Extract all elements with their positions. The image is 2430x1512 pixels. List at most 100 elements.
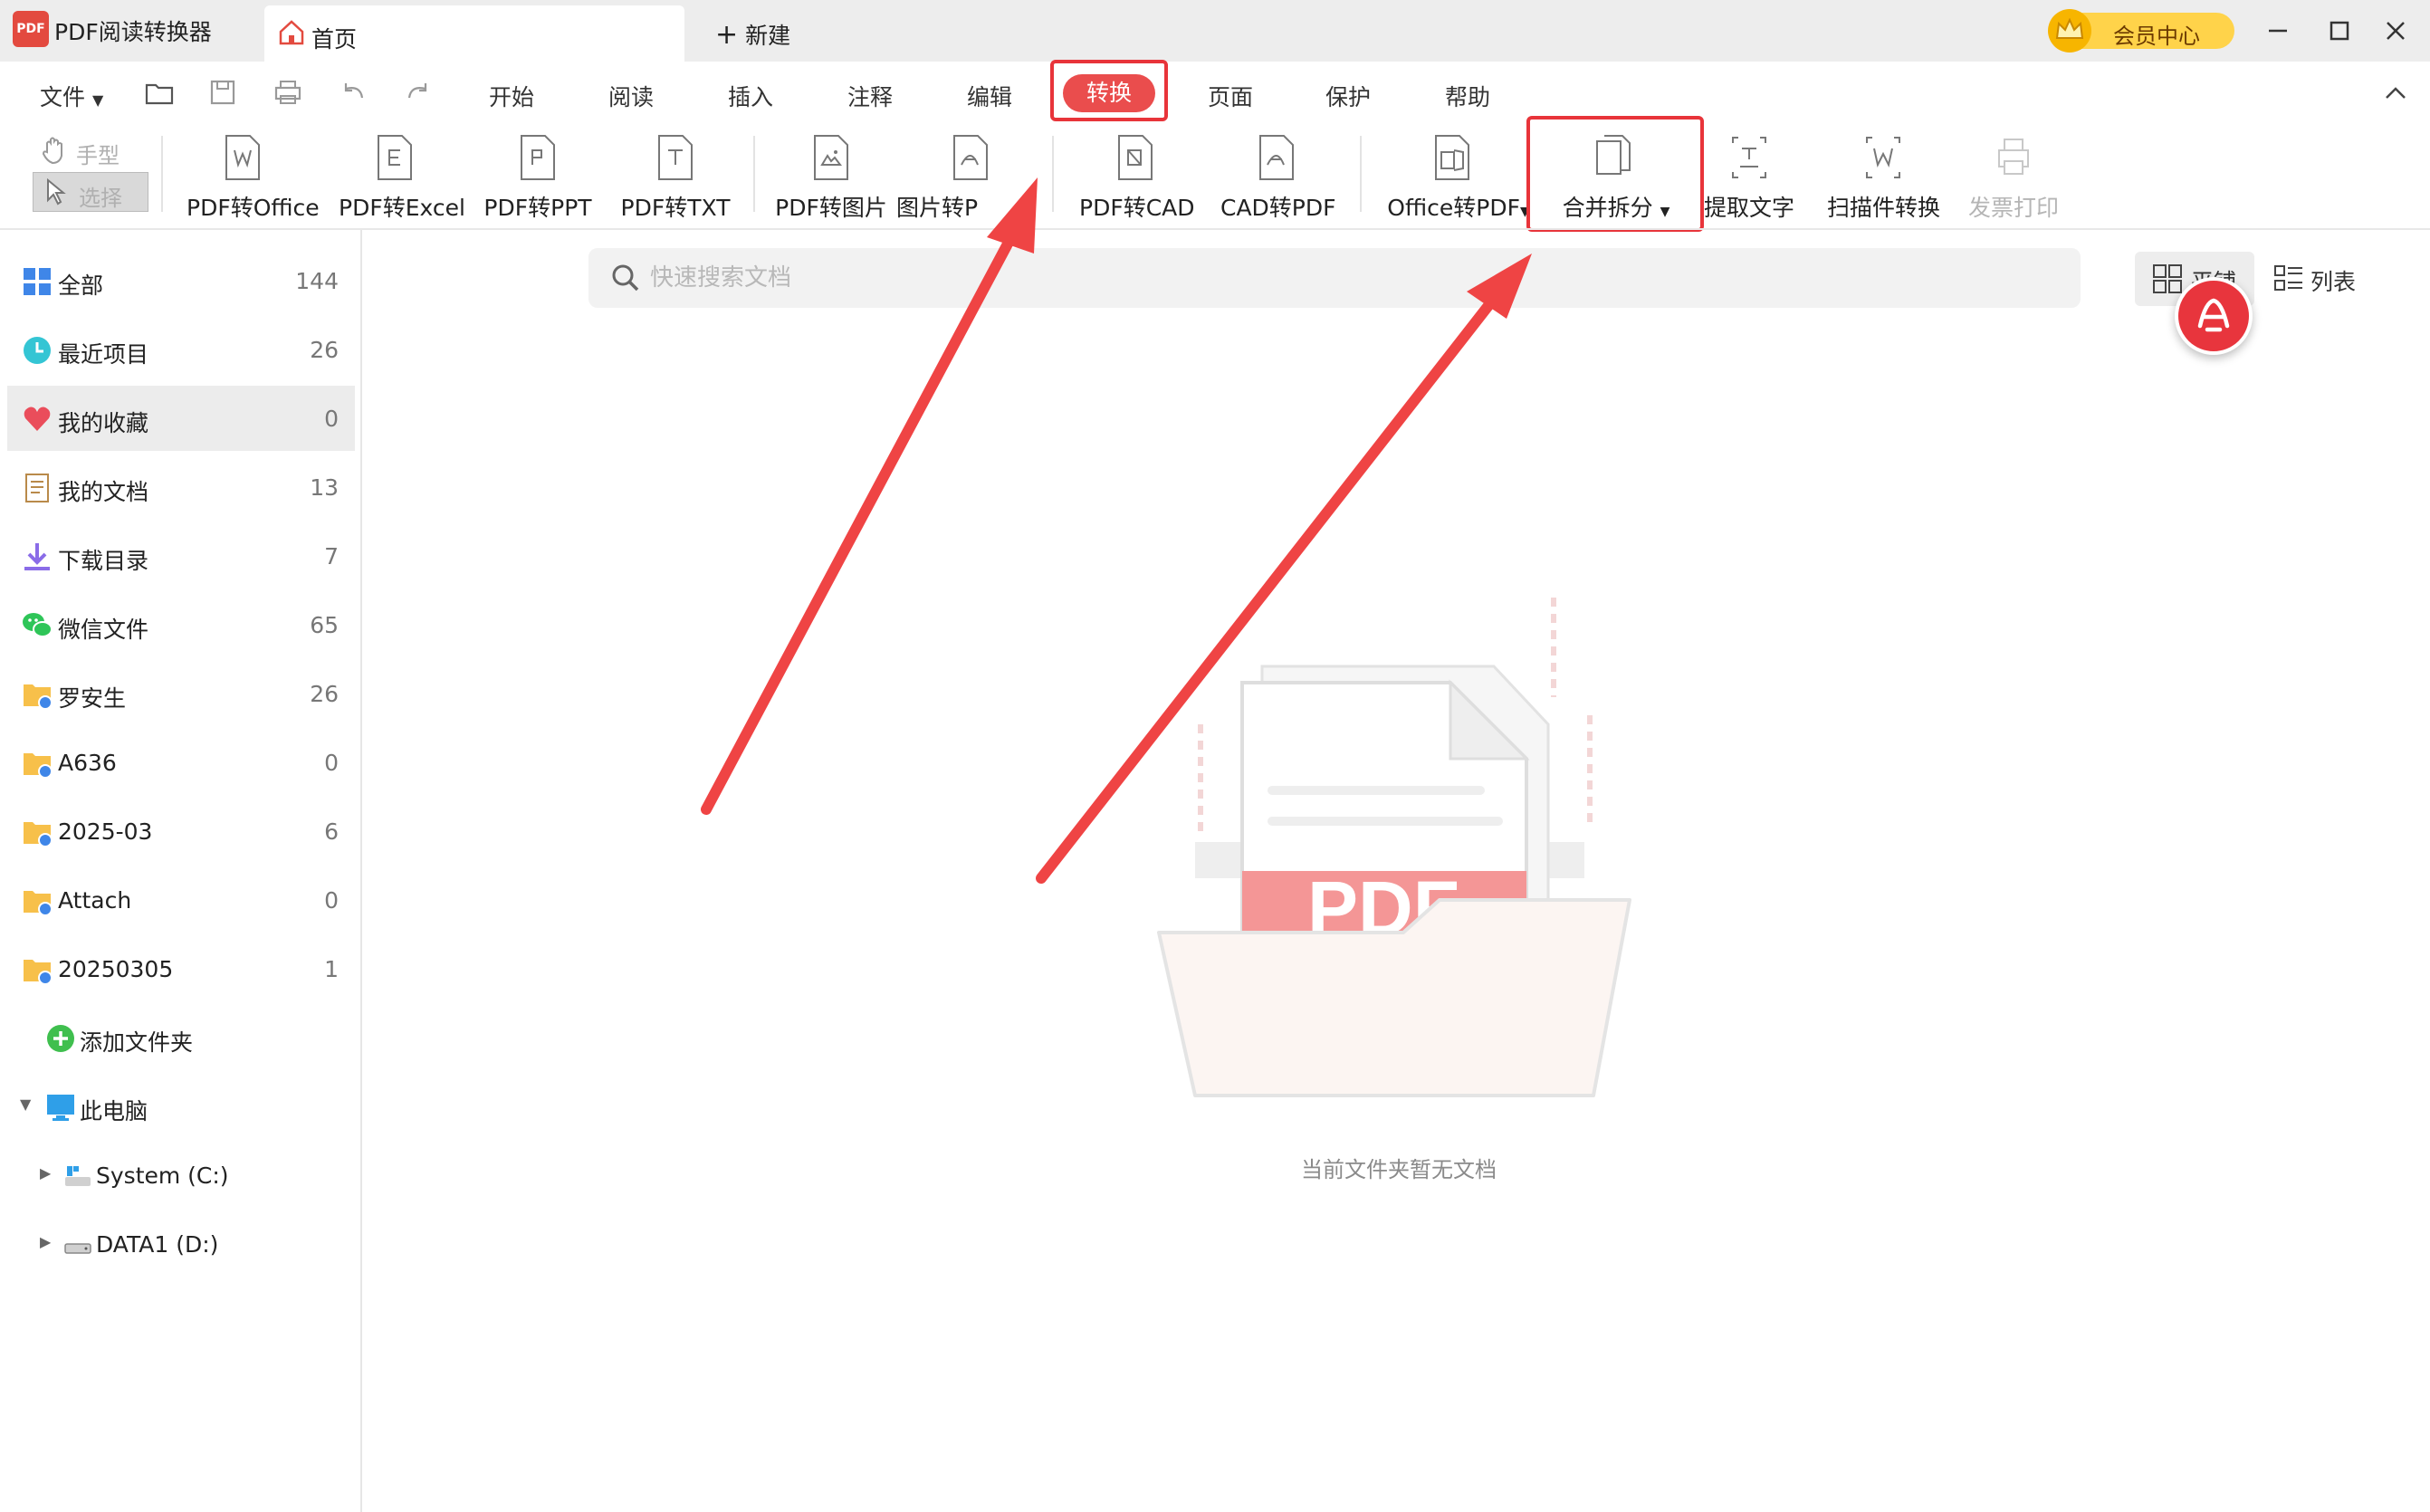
menu-page[interactable]: 页面 — [1208, 80, 1253, 112]
system-drive-icon — [65, 1166, 91, 1186]
menu-insert[interactable]: 插入 — [728, 80, 773, 112]
drive-item-d[interactable]: ▶ DATA1 (D:) — [7, 1211, 355, 1277]
expand-caret-icon[interactable]: ▼ — [20, 1096, 31, 1113]
plus-icon: + — [715, 19, 739, 51]
invoice-print-icon — [1998, 139, 2029, 175]
folder-clock-icon — [24, 891, 53, 916]
pdf-logo-icon — [2197, 298, 2230, 332]
hand-icon — [42, 137, 62, 165]
sidebar-item-count: 6 — [324, 818, 339, 845]
sidebar-item-all[interactable]: 全部 144 — [7, 248, 355, 313]
merge-split-button[interactable]: 合并拆分 ▼ — [1563, 127, 1669, 226]
redo-icon[interactable] — [402, 76, 435, 109]
sidebar-item-folder-4[interactable]: Attach 0 — [7, 867, 355, 933]
extract-text-label: 提取文字 — [1703, 195, 1794, 221]
search-input[interactable] — [650, 257, 2008, 299]
menu-read[interactable]: 阅读 — [608, 80, 654, 112]
tile-view-icon — [2153, 264, 2182, 293]
sidebar-item-count: 1 — [324, 956, 339, 982]
pdf-to-ppt-label: PDF转PPT — [483, 195, 592, 221]
add-folder-button[interactable]: 添加文件夹 — [7, 1005, 355, 1070]
floating-assistant-button[interactable] — [2175, 277, 2253, 355]
sidebar-item-recent[interactable]: 最近项目 26 — [7, 317, 355, 382]
pdf-to-image-button[interactable]: PDF转图片 — [775, 127, 887, 226]
cad-to-pdf-label: CAD转PDF — [1220, 195, 1336, 221]
menu-protect[interactable]: 保护 — [1325, 80, 1371, 112]
folder-clock-icon — [24, 753, 53, 779]
view-list-button[interactable]: 列表 — [2272, 252, 2381, 306]
sidebar-item-label: 我的文档 — [58, 479, 149, 505]
open-folder-icon[interactable] — [143, 76, 176, 109]
sidebar-item-label: 我的收藏 — [58, 410, 149, 436]
vip-center-button[interactable]: 会员中心 — [2048, 9, 2234, 53]
close-icon[interactable] — [2376, 11, 2416, 51]
pdf-to-ppt-button[interactable]: PDF转PPT — [483, 127, 592, 226]
image-doc-icon — [814, 135, 848, 180]
maximize-icon[interactable] — [2320, 11, 2359, 51]
extract-text-button[interactable]: 提取文字 — [1704, 127, 1794, 226]
expand-caret-icon[interactable]: ▶ — [40, 1233, 51, 1250]
pdf-to-cad-button[interactable]: PDF转CAD — [1079, 127, 1195, 226]
sidebar-item-label: 最近项目 — [58, 341, 149, 368]
sidebar-item-label: 罗安生 — [58, 685, 127, 712]
scan-convert-button[interactable]: 扫描件转换 — [1827, 127, 1940, 226]
sidebar-item-wechat[interactable]: 微信文件 65 — [7, 592, 355, 657]
sidebar-item-count: 26 — [310, 337, 339, 363]
expand-caret-icon[interactable]: ▶ — [40, 1164, 51, 1182]
menu-annotate[interactable]: 注释 — [847, 80, 893, 112]
cad-to-pdf-button[interactable]: CAD转PDF — [1220, 127, 1336, 226]
select-tool-button[interactable]: 选择 — [33, 172, 148, 212]
menu-edit[interactable]: 编辑 — [967, 80, 1012, 112]
sidebar-item-folder-2[interactable]: A636 0 — [7, 730, 355, 795]
app-logo: PDF — [13, 11, 49, 47]
menu-start[interactable]: 开始 — [489, 80, 534, 112]
pdf-to-office-button[interactable]: PDF转Office — [187, 127, 320, 226]
this-pc-item[interactable]: ▼ 此电脑 — [7, 1074, 355, 1139]
search-bar[interactable] — [588, 248, 2081, 308]
sidebar-item-count: 13 — [310, 474, 339, 501]
office-to-pdf-button[interactable]: Office转PDF▼ — [1387, 127, 1530, 226]
pdf-to-txt-button[interactable]: PDF转TXT — [621, 127, 730, 226]
select-tool-label: 选择 — [79, 186, 122, 211]
sidebar-item-folder-1[interactable]: 罗安生 26 — [7, 661, 355, 726]
cad-doc-icon — [1118, 135, 1153, 180]
menu-help[interactable]: 帮助 — [1445, 80, 1490, 112]
image-to-pdf-button[interactable]: 图片转P — [896, 127, 990, 226]
view-list-label: 列表 — [2310, 269, 2357, 295]
pdf-doc-icon — [1259, 135, 1294, 180]
plus-circle-icon — [47, 1025, 74, 1052]
ribbon-divider — [1052, 136, 1054, 212]
invoice-print-button[interactable]: 发票打印 — [1968, 127, 2059, 226]
file-menu[interactable]: 文件 ▼ — [40, 80, 103, 112]
tab-new-button[interactable]: + 新建 — [715, 18, 790, 51]
drive-item-c[interactable]: ▶ System (C:) — [7, 1143, 355, 1208]
sidebar-item-count: 0 — [324, 406, 339, 432]
clock-icon — [24, 337, 51, 364]
file-menu-label: 文件 — [40, 84, 86, 110]
tab-home[interactable]: 首页 — [264, 5, 684, 62]
drive-icon — [64, 1243, 91, 1254]
home-icon — [279, 20, 304, 45]
add-folder-label: 添加文件夹 — [80, 1029, 194, 1056]
sidebar-item-label: 微信文件 — [58, 617, 149, 643]
minimize-icon[interactable] — [2258, 11, 2298, 51]
print-icon[interactable] — [272, 76, 304, 109]
sidebar-item-folder-5[interactable]: 20250305 1 — [7, 936, 355, 1001]
computer-icon — [47, 1095, 74, 1121]
ribbon-bottom-border — [0, 228, 2430, 230]
undo-icon[interactable] — [337, 76, 369, 109]
collapse-ribbon-icon[interactable] — [2381, 81, 2410, 103]
hand-tool-button[interactable]: 手型 — [38, 134, 156, 170]
merge-split-icon — [1596, 135, 1631, 175]
tab-home-label: 首页 — [311, 26, 358, 53]
sidebar-item-my-docs[interactable]: 我的文档 13 — [7, 455, 355, 520]
sidebar-item-count: 7 — [324, 543, 339, 569]
sidebar-item-downloads[interactable]: 下载目录 7 — [7, 523, 355, 589]
menu-convert[interactable]: 转换 — [1063, 74, 1155, 112]
pdf-doc-icon — [953, 135, 988, 180]
save-icon[interactable] — [206, 76, 239, 109]
invoice-print-label: 发票打印 — [1967, 195, 2059, 221]
sidebar-item-folder-3[interactable]: 2025-03 6 — [7, 799, 355, 864]
sidebar-item-favorites[interactable]: 我的收藏 0 — [7, 386, 355, 451]
pdf-to-excel-button[interactable]: PDF转Excel — [339, 127, 465, 226]
